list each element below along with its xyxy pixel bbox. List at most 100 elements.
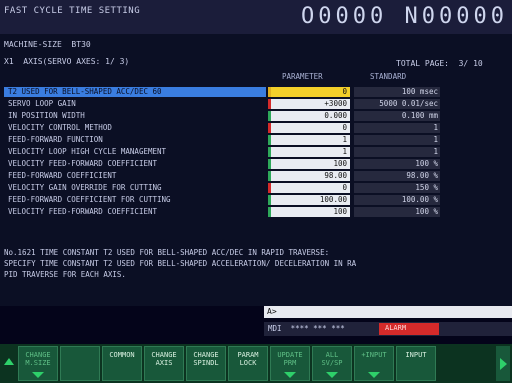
- softkey-label: COMMON: [109, 351, 135, 359]
- softkey-label: INPUT: [405, 351, 427, 359]
- status-marker: [268, 207, 271, 217]
- standard-value: 0.100 mm: [401, 111, 438, 120]
- parameter-label: VELOCITY FEED-FORWARD COEFFICIENT: [8, 207, 158, 216]
- softkey-label: CHANGE AXIS: [151, 351, 177, 367]
- parameter-description: No.1621 TIME CONSTANT T2 USED FOR BELL-S…: [4, 248, 357, 279]
- alarm-indicator: ALARM: [379, 323, 439, 335]
- parameter-value-field[interactable]: 100.00: [268, 195, 350, 205]
- standard-value: 100 msec: [401, 87, 438, 96]
- parameter-row[interactable]: VELOCITY FEED-FORWARD COEFFICIENT 100 100 …: [4, 207, 512, 217]
- title-bar: FAST CYCLE TIME SETTING O0000 N00000: [0, 0, 512, 34]
- standard-value-field: 100.00 %: [354, 195, 440, 205]
- status-marker: [268, 147, 271, 157]
- standard-value: 5000 0.01/sec: [379, 99, 438, 108]
- parameter-row[interactable]: VELOCITY CONTROL METHOD 0 1: [4, 123, 512, 133]
- standard-value: 98.00 %: [406, 171, 438, 180]
- parameter-value-field[interactable]: 0: [268, 183, 350, 193]
- parameter-label: IN POSITION WIDTH: [8, 111, 85, 120]
- softkey-button[interactable]: PARAM LOCK: [228, 346, 268, 381]
- parameter-value-field[interactable]: 0: [268, 87, 350, 97]
- standard-value: 100.00 %: [401, 195, 438, 204]
- status-marker: [268, 135, 271, 145]
- standard-value-field: 100 %: [354, 207, 440, 217]
- standard-value-field: 100 %: [354, 159, 440, 169]
- parameter-value-field[interactable]: +3000: [268, 99, 350, 109]
- parameter-value: 0: [342, 183, 347, 192]
- parameter-row[interactable]: T2 USED FOR BELL-SHAPED ACC/DEC 60 0 100 m…: [4, 87, 512, 97]
- softkey-label: UPDATE PRM: [277, 351, 303, 367]
- mode-status: MDI **** *** ***: [268, 324, 345, 333]
- softkey-button[interactable]: UPDATE PRM: [270, 346, 310, 381]
- cnc-screen: FAST CYCLE TIME SETTING O0000 N00000 MAC…: [0, 0, 512, 383]
- parameter-value-field[interactable]: 98.00: [268, 171, 350, 181]
- status-bar: MDI **** *** *** ALARM: [264, 322, 512, 336]
- parameter-row[interactable]: VELOCITY FEED-FORWARD COEFFICIENT 100 100 …: [4, 159, 512, 169]
- parameter-value: 100: [333, 207, 347, 216]
- standard-value: 1: [433, 135, 438, 144]
- parameter-label: VELOCITY GAIN OVERRIDE FOR CUTTING: [8, 183, 162, 192]
- status-marker: [268, 123, 271, 133]
- softkey-button[interactable]: CHANGE AXIS: [144, 346, 184, 381]
- parameter-value-field[interactable]: 1: [268, 135, 350, 145]
- key-input-line[interactable]: A>: [264, 306, 512, 318]
- status-marker: [268, 87, 271, 97]
- parameter-value-field[interactable]: 100: [268, 159, 350, 169]
- column-header-standard: STANDARD: [370, 72, 407, 81]
- softkey-return-button[interactable]: [2, 346, 14, 381]
- parameter-label: T2 USED FOR BELL-SHAPED ACC/DEC 60: [8, 87, 162, 96]
- parameter-value-field[interactable]: 100: [268, 207, 350, 217]
- softkey-button[interactable]: [60, 346, 100, 381]
- softkey-indicator-icon: [284, 372, 296, 378]
- standard-value-field: 1: [354, 123, 440, 133]
- standard-value-field: 150 %: [354, 183, 440, 193]
- parameter-row[interactable]: FEED-FORWARD COEFFICIENT 98.00 98.00 %: [4, 171, 512, 181]
- softkey-button[interactable]: INPUT: [396, 346, 436, 381]
- parameter-label: VELOCITY FEED-FORWARD COEFFICIENT: [8, 159, 158, 168]
- axis-info: X1 AXIS(SERVO AXES: 1/ 3): [4, 57, 130, 66]
- parameter-row[interactable]: SERVO LOOP GAIN +3000 5000 0.01/sec: [4, 99, 512, 109]
- parameter-value: 98.00: [324, 171, 347, 180]
- softkey-label: CHANGE SPINDL: [193, 351, 219, 367]
- parameter-row[interactable]: VELOCITY GAIN OVERRIDE FOR CUTTING 0 150 %: [4, 183, 512, 193]
- standard-value-field: 98.00 %: [354, 171, 440, 181]
- parameter-value: 0: [342, 123, 347, 132]
- parameter-value-field[interactable]: 1: [268, 147, 350, 157]
- input-prompt: A>: [267, 307, 277, 316]
- program-number: O0000 N00000: [301, 4, 508, 29]
- parameter-label: FEED-FORWARD COEFFICIENT: [8, 171, 117, 180]
- parameter-value: +3000: [324, 99, 347, 108]
- parameter-value: 100.00: [319, 195, 347, 204]
- standard-value-field: 100 msec: [354, 87, 440, 97]
- softkey-label: +INPUT: [361, 351, 387, 359]
- parameter-value-field[interactable]: 0: [268, 123, 350, 133]
- parameter-value: 0: [342, 87, 347, 96]
- total-page: TOTAL PAGE: 3/ 10: [396, 59, 483, 68]
- machine-size: MACHINE-SIZE BT30: [4, 40, 91, 49]
- parameter-row[interactable]: FEED-FORWARD COEFFICIENT FOR CUTTING 100.…: [4, 195, 512, 205]
- softkey-label: PARAM LOCK: [237, 351, 259, 367]
- softkey-button[interactable]: ALL SV/SP: [312, 346, 352, 381]
- parameter-value: 1: [342, 135, 347, 144]
- parameter-label: SERVO LOOP GAIN: [8, 99, 76, 108]
- standard-value-field: 1: [354, 135, 440, 145]
- parameter-value: 0.000: [324, 111, 347, 120]
- softkey-button[interactable]: CHANGE M.SIZE: [18, 346, 58, 381]
- parameter-row[interactable]: VELOCITY LOOP HIGH CYCLE MANAGEMENT 1 1: [4, 147, 512, 157]
- standard-value: 100 %: [415, 207, 438, 216]
- softkey-button[interactable]: +INPUT: [354, 346, 394, 381]
- parameter-row[interactable]: FEED-FORWARD FUNCTION 1 1: [4, 135, 512, 145]
- softkey-button[interactable]: COMMON: [102, 346, 142, 381]
- standard-value-field: 5000 0.01/sec: [354, 99, 440, 109]
- standard-value: 100 %: [415, 159, 438, 168]
- status-marker: [268, 183, 271, 193]
- softkey-indicator-icon: [32, 372, 44, 378]
- parameter-label: FEED-FORWARD COEFFICIENT FOR CUTTING: [8, 195, 171, 204]
- parameter-value: 100: [333, 159, 347, 168]
- alarm-text: ALARM: [385, 324, 407, 332]
- softkey-button[interactable]: CHANGE SPINDL: [186, 346, 226, 381]
- status-marker: [268, 99, 271, 109]
- parameter-label: VELOCITY LOOP HIGH CYCLE MANAGEMENT: [8, 147, 167, 156]
- softkey-next-button[interactable]: [496, 346, 510, 381]
- parameter-row[interactable]: IN POSITION WIDTH 0.000 0.100 mm: [4, 111, 512, 121]
- parameter-value-field[interactable]: 0.000: [268, 111, 350, 121]
